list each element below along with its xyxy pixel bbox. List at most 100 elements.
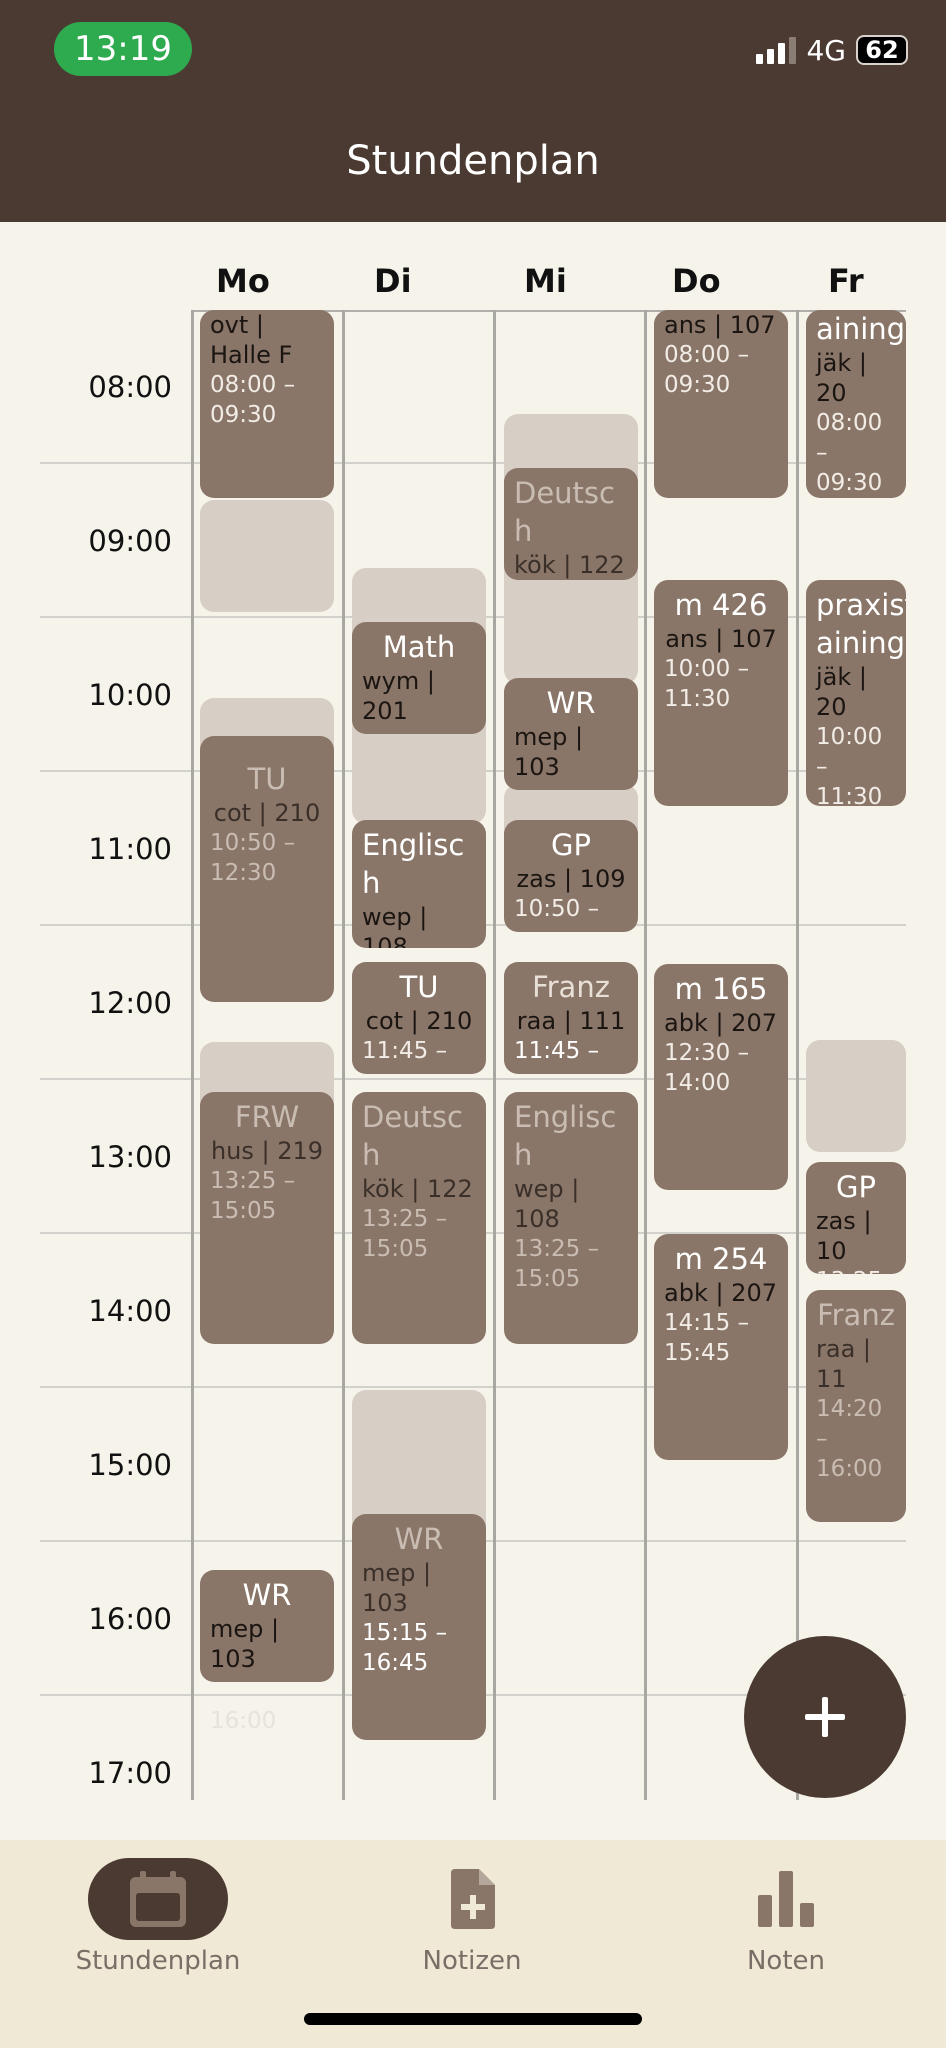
lesson-time: 12:30 – 14:00 bbox=[664, 1040, 750, 1096]
lesson-room: kök | 122 bbox=[514, 551, 625, 579]
nav-label: Stundenplan bbox=[75, 1946, 241, 1976]
hour-label: 16:00 bbox=[88, 1602, 172, 1636]
grid-line bbox=[342, 310, 345, 1800]
lesson-card-do-m165[interactable]: m 165 abk | 207 12:30 – 14:00 bbox=[654, 964, 788, 1190]
lesson-name: Englisc h bbox=[514, 1100, 617, 1172]
lesson-name: WR bbox=[546, 686, 596, 720]
lesson-name: Franz bbox=[532, 970, 610, 1004]
lesson-name: Math bbox=[382, 630, 456, 664]
page-title: Stundenplan bbox=[346, 138, 600, 184]
add-lesson-button[interactable] bbox=[744, 1636, 906, 1798]
lesson-time: 11:45 – bbox=[362, 1038, 448, 1064]
faded-time-label: 16:00 bbox=[210, 1708, 277, 1734]
lesson-room: jäk | 20 bbox=[816, 349, 867, 407]
lesson-card-mi-franz[interactable]: Franz raa | 111 11:45 – bbox=[504, 962, 638, 1074]
lesson-room: mep | 103 bbox=[362, 1559, 432, 1617]
nav-active-indicator bbox=[88, 1858, 228, 1940]
grid-line bbox=[191, 310, 194, 1800]
nav-label: Notizen bbox=[422, 1946, 522, 1976]
day-header-fr: Fr bbox=[828, 262, 864, 300]
lesson-card-mo-sport[interactable]: ovt | Halle F 08:00 – 09:30 bbox=[200, 310, 334, 498]
lesson-card-di-wr[interactable]: WR mep | 103 15:15 – 16:45 bbox=[352, 1514, 486, 1740]
nav-item-notizen[interactable]: Notizen bbox=[362, 1858, 582, 1976]
lesson-room: wep | 108 bbox=[362, 903, 428, 948]
lesson-name: GP bbox=[551, 828, 591, 862]
lesson-room: wym | 201 bbox=[362, 667, 435, 725]
lesson-room: abk | 207 bbox=[664, 1009, 777, 1037]
lesson-room: zas | 10 bbox=[816, 1207, 872, 1265]
lesson-card-di-englisch[interactable]: Englisc h wep | 108 bbox=[352, 820, 486, 948]
lesson-time: 10:00 – 11:30 bbox=[816, 724, 883, 806]
lesson-room: kök | 122 bbox=[362, 1175, 473, 1203]
note-add-icon bbox=[451, 1869, 495, 1929]
home-indicator bbox=[304, 2013, 642, 2025]
status-time: 13:19 bbox=[54, 22, 192, 76]
lesson-card-do-module-1[interactable]: ans | 107 08:00 – 09:30 bbox=[654, 310, 788, 498]
hour-label: 09:00 bbox=[88, 524, 172, 558]
lesson-name: m 165 bbox=[674, 972, 768, 1006]
lesson-time: 13:25 – 15:05 bbox=[514, 1236, 600, 1292]
lesson-card-di-math[interactable]: Math wym | 201 bbox=[352, 622, 486, 734]
lesson-time: 10:00 – 11:30 bbox=[664, 656, 750, 712]
lesson-time: 08:00 – 09:30 bbox=[664, 342, 750, 398]
bar-chart-icon bbox=[758, 1871, 814, 1927]
lesson-name: m 254 bbox=[674, 1242, 768, 1276]
lesson-room: wep | 108 bbox=[514, 1175, 580, 1233]
lesson-room: ovt | Halle F bbox=[210, 311, 293, 369]
day-header-mi: Mi bbox=[524, 262, 567, 300]
lesson-room: zas | 109 bbox=[516, 865, 626, 893]
lesson-card-mo-frw[interactable]: FRW hus | 219 13:25 – 15:05 bbox=[200, 1092, 334, 1344]
hour-label: 11:00 bbox=[88, 832, 172, 866]
hour-label: 14:00 bbox=[88, 1294, 172, 1328]
nav-icon-container bbox=[716, 1858, 856, 1940]
lesson-card-fr-gp[interactable]: GP zas | 10 13:25 – bbox=[806, 1162, 906, 1274]
day-header-mo: Mo bbox=[216, 262, 270, 300]
lesson-card-mi-wr[interactable]: WR mep | 103 bbox=[504, 678, 638, 790]
lesson-time: 15:15 – 16:45 bbox=[362, 1620, 448, 1676]
ghost-block bbox=[200, 500, 334, 612]
nav-label: Noten bbox=[746, 1946, 826, 1976]
lesson-name: TU bbox=[247, 762, 287, 796]
ghost-block bbox=[806, 1040, 906, 1152]
hour-label: 17:00 bbox=[88, 1756, 172, 1790]
status-indicators: 4G 62 bbox=[756, 30, 908, 70]
lesson-card-fr-franz[interactable]: Franz raa | 11 14:20 – 16:00 bbox=[806, 1290, 906, 1522]
lesson-time: 13:25 – bbox=[816, 1266, 896, 1274]
lesson-card-di-deutsch[interactable]: Deutsc h kök | 122 13:25 – 15:05 bbox=[352, 1092, 486, 1344]
lesson-room: cot | 210 bbox=[213, 799, 321, 827]
lesson-card-fr-praxistraining-2[interactable]: praxist aining jäk | 20 10:00 – 11:30 bbox=[806, 580, 906, 806]
lesson-time: 11:45 – bbox=[514, 1038, 600, 1064]
lesson-time: 14:15 – 15:45 bbox=[664, 1310, 750, 1366]
lesson-card-mi-deutsch[interactable]: Deutsc h kök | 122 bbox=[504, 468, 638, 580]
lesson-name: Englisc h bbox=[362, 828, 465, 900]
lesson-card-mo-tu[interactable]: TU cot | 210 10:50 – 12:30 bbox=[200, 736, 334, 1002]
lesson-time: 10:50 – 12:30 bbox=[210, 830, 296, 886]
lesson-name: m 426 bbox=[674, 588, 768, 622]
lesson-name: praxist aining bbox=[816, 588, 906, 660]
lesson-name: Deutsc h bbox=[362, 1100, 463, 1172]
lesson-name: Deutsc h bbox=[514, 476, 615, 548]
lesson-room: raa | 111 bbox=[516, 1007, 626, 1035]
lesson-room: mep | 103 bbox=[514, 723, 584, 781]
lesson-room: ans | 107 bbox=[665, 625, 777, 653]
signal-icon bbox=[756, 36, 797, 64]
lesson-time: 08:00 – 09:30 bbox=[210, 372, 296, 428]
lesson-card-do-m254[interactable]: m 254 abk | 207 14:15 – 15:45 bbox=[654, 1234, 788, 1460]
lesson-name: Franz bbox=[817, 1298, 895, 1332]
grid-line bbox=[644, 310, 647, 1800]
nav-item-stundenplan[interactable]: Stundenplan bbox=[48, 1858, 268, 1976]
lesson-card-di-tu[interactable]: TU cot | 210 11:45 – bbox=[352, 962, 486, 1074]
lesson-room: cot | 210 bbox=[365, 1007, 473, 1035]
lesson-card-mo-wr[interactable]: WR mep | 103 bbox=[200, 1570, 334, 1682]
lesson-room: mep | 103 bbox=[210, 1615, 280, 1673]
hour-label: 12:00 bbox=[88, 986, 172, 1020]
lesson-card-fr-praxistraining-1[interactable]: praxist aining jäk | 20 08:00 – 09:30 bbox=[806, 310, 906, 498]
lesson-card-do-m426[interactable]: m 426 ans | 107 10:00 – 11:30 bbox=[654, 580, 788, 806]
lesson-card-mi-englisch[interactable]: Englisc h wep | 108 13:25 – 15:05 bbox=[504, 1092, 638, 1344]
lesson-time: 10:50 – bbox=[514, 896, 600, 922]
lesson-card-mi-gp[interactable]: GP zas | 109 10:50 – bbox=[504, 820, 638, 932]
lesson-room: raa | 11 bbox=[816, 1335, 871, 1393]
nav-item-noten[interactable]: Noten bbox=[676, 1858, 896, 1976]
grid-line bbox=[796, 310, 799, 1800]
day-header-do: Do bbox=[672, 262, 721, 300]
